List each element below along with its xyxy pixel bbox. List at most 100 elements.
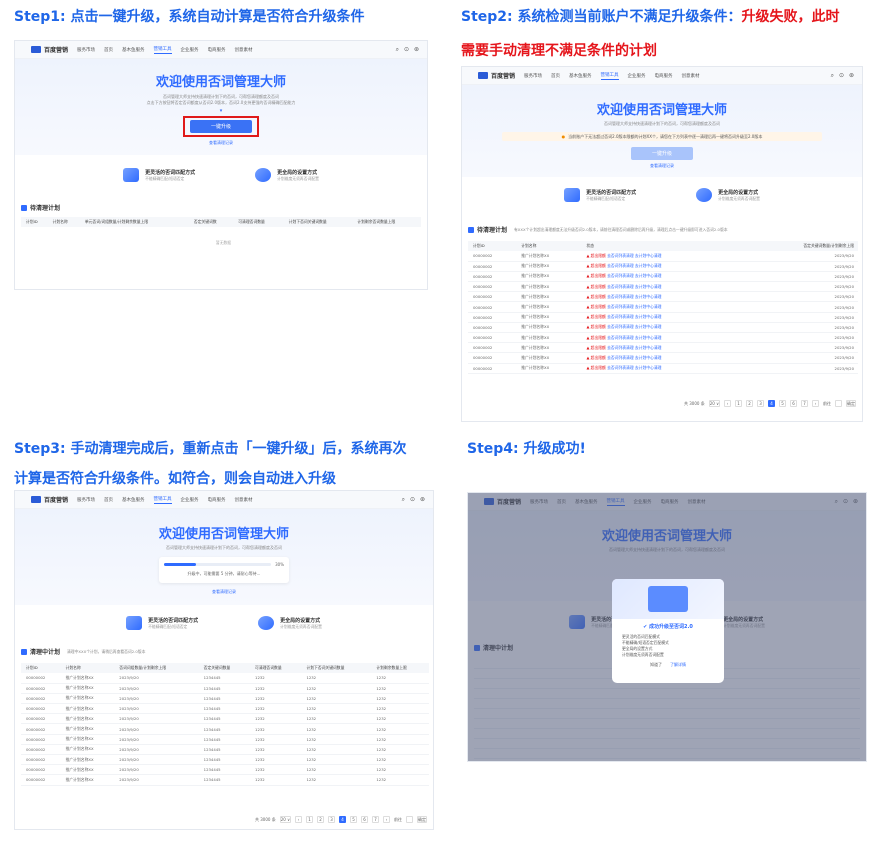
nav-jimuyu[interactable]: 基木鱼服务	[569, 73, 592, 79]
cell-plan-name[interactable]: 推广计划名称XX	[516, 271, 582, 283]
nav-tools[interactable]: 营销工具	[153, 496, 172, 504]
cell-plan-name[interactable]: 推广计划名称XX	[516, 291, 582, 303]
page-button[interactable]: 5	[779, 400, 786, 407]
nav-jimuyu[interactable]: 基木鱼服务	[122, 497, 145, 503]
nav-market[interactable]: 服务市场	[77, 47, 95, 53]
page-input[interactable]	[835, 400, 842, 407]
page-button[interactable]: 4	[339, 816, 346, 823]
page-button[interactable]: 7	[372, 816, 379, 823]
nav-creative[interactable]: 创意素材	[682, 73, 700, 79]
clean-negword-link[interactable]: 去否词列表清理	[607, 365, 635, 370]
page-button[interactable]: 2	[317, 816, 324, 823]
nav-enterprise[interactable]: 企业服务	[628, 73, 646, 79]
clean-plan-link[interactable]: 去计划中心清理	[635, 273, 662, 278]
clean-record-link[interactable]: 查看清理记录	[462, 163, 862, 169]
nav-tools[interactable]: 营销工具	[153, 46, 172, 54]
cell-plan-name[interactable]: 推广计划名称XX	[60, 754, 115, 766]
clean-negword-link[interactable]: 去否词列表清理	[607, 294, 635, 299]
clean-record-link[interactable]: 查看清理记录	[15, 140, 427, 146]
user-icon[interactable]: ⊛	[414, 46, 419, 54]
col-header[interactable]: 计划名称	[516, 241, 582, 251]
page-button[interactable]: ›	[383, 816, 390, 823]
nav-home[interactable]: 首页	[104, 47, 113, 53]
clean-plan-link[interactable]: 去计划中心清理	[635, 335, 662, 340]
col-header[interactable]: 计划ID	[21, 663, 61, 673]
cell-plan-name[interactable]: 推广计划名称XX	[60, 734, 115, 745]
page-input[interactable]	[406, 816, 413, 823]
cell-plan-name[interactable]: 推广计划名称XX	[60, 693, 115, 705]
clean-plan-link[interactable]: 去计划中心清理	[635, 263, 662, 268]
nav-creative[interactable]: 创意素材	[235, 47, 253, 53]
nav-ecommerce[interactable]: 电商服务	[208, 497, 226, 503]
nav-tools[interactable]: 营销工具	[600, 72, 619, 80]
clean-negword-link[interactable]: 去否词列表清理	[607, 253, 635, 258]
page-button[interactable]: 4	[768, 400, 775, 407]
clean-plan-link[interactable]: 去计划中心清理	[635, 253, 662, 258]
cell-plan-name[interactable]: 推广计划名称XX	[60, 683, 115, 694]
cell-plan-name[interactable]: 推广计划名称XX	[516, 363, 582, 374]
clean-negword-link[interactable]: 去否词列表清理	[607, 324, 635, 329]
clean-plan-link[interactable]: 去计划中心清理	[635, 345, 662, 350]
nav-enterprise[interactable]: 企业服务	[181, 47, 199, 53]
upgrade-button[interactable]: 一键升级	[190, 120, 252, 133]
cell-plan-name[interactable]: 推广计划名称XX	[60, 774, 115, 786]
learn-more-link[interactable]: 了解详情	[670, 662, 686, 668]
cell-plan-name[interactable]: 推广计划名称XX	[516, 332, 582, 344]
page-button[interactable]: 5	[350, 816, 357, 823]
nav-market[interactable]: 服务市场	[524, 73, 542, 79]
cell-plan-name[interactable]: 推广计划名称XX	[516, 281, 582, 293]
cell-plan-name[interactable]: 推广计划名称XX	[516, 251, 582, 262]
nav-market[interactable]: 服务市场	[77, 497, 95, 503]
page-button[interactable]: 7	[801, 400, 808, 407]
clean-negword-link[interactable]: 去否词列表清理	[607, 355, 635, 360]
col-header[interactable]: 计划ID	[468, 241, 517, 251]
clean-negword-link[interactable]: 去否词列表清理	[607, 263, 635, 268]
page-button[interactable]: 1	[735, 400, 742, 407]
goto-button[interactable]: 确定	[417, 816, 427, 823]
cell-plan-name[interactable]: 推广计划名称XX	[516, 261, 582, 272]
clean-plan-link[interactable]: 去计划中心清理	[635, 314, 662, 319]
cell-plan-name[interactable]: 推广计划名称XX	[60, 673, 115, 684]
page-button[interactable]: 6	[361, 816, 368, 823]
help-icon[interactable]: ⊙	[410, 496, 415, 504]
cell-plan-name[interactable]: 推广计划名称XX	[60, 764, 115, 776]
clean-plan-link[interactable]: 去计划中心清理	[635, 304, 662, 309]
page-size-select[interactable]: 20 ∨	[279, 816, 291, 823]
nav-home[interactable]: 首页	[104, 497, 113, 503]
clean-negword-link[interactable]: 去否词列表清理	[607, 314, 635, 319]
clean-plan-link[interactable]: 去计划中心清理	[635, 355, 662, 360]
nav-creative[interactable]: 创意素材	[235, 497, 253, 503]
page-button[interactable]: 3	[757, 400, 764, 407]
nav-home[interactable]: 首页	[551, 73, 560, 79]
help-icon[interactable]: ⊙	[839, 72, 844, 80]
cell-plan-name[interactable]: 推广计划名称XX	[516, 322, 582, 334]
search-icon[interactable]: ⌕	[831, 72, 834, 80]
cell-plan-name[interactable]: 推广计划名称XX	[516, 301, 582, 313]
cell-plan-name[interactable]: 推广计划名称XX	[60, 713, 115, 725]
clean-record-link[interactable]: 查看清理记录	[15, 589, 433, 595]
clean-negword-link[interactable]: 去否词列表清理	[607, 335, 635, 340]
cell-plan-name[interactable]: 推广计划名称XX	[516, 342, 582, 354]
clean-negword-link[interactable]: 去否词列表清理	[607, 304, 635, 309]
page-button[interactable]: ‹	[724, 400, 731, 407]
cell-plan-name[interactable]: 推广计划名称XX	[60, 744, 115, 756]
clean-plan-link[interactable]: 去计划中心清理	[635, 284, 662, 289]
page-button[interactable]: ›	[812, 400, 819, 407]
cell-plan-name[interactable]: 推广计划名称XX	[516, 352, 582, 364]
nav-ecommerce[interactable]: 电商服务	[655, 73, 673, 79]
help-icon[interactable]: ⊙	[404, 46, 409, 54]
clean-negword-link[interactable]: 去否词列表清理	[607, 273, 635, 278]
cell-plan-name[interactable]: 推广计划名称XX	[516, 312, 582, 323]
page-button[interactable]: 6	[790, 400, 797, 407]
goto-button[interactable]: 确定	[846, 400, 856, 407]
page-button[interactable]: 2	[746, 400, 753, 407]
search-icon[interactable]: ⌕	[396, 46, 399, 54]
clean-plan-link[interactable]: 去计划中心清理	[635, 324, 662, 329]
clean-plan-link[interactable]: 去计划中心清理	[635, 365, 662, 370]
ok-button[interactable]: 知道了	[650, 662, 662, 668]
clean-negword-link[interactable]: 去否词列表清理	[607, 345, 635, 350]
nav-enterprise[interactable]: 企业服务	[181, 497, 199, 503]
clean-negword-link[interactable]: 去否词列表清理	[607, 284, 635, 289]
page-button[interactable]: 1	[306, 816, 313, 823]
upgrade-button-disabled[interactable]: 一键升级	[631, 147, 693, 160]
